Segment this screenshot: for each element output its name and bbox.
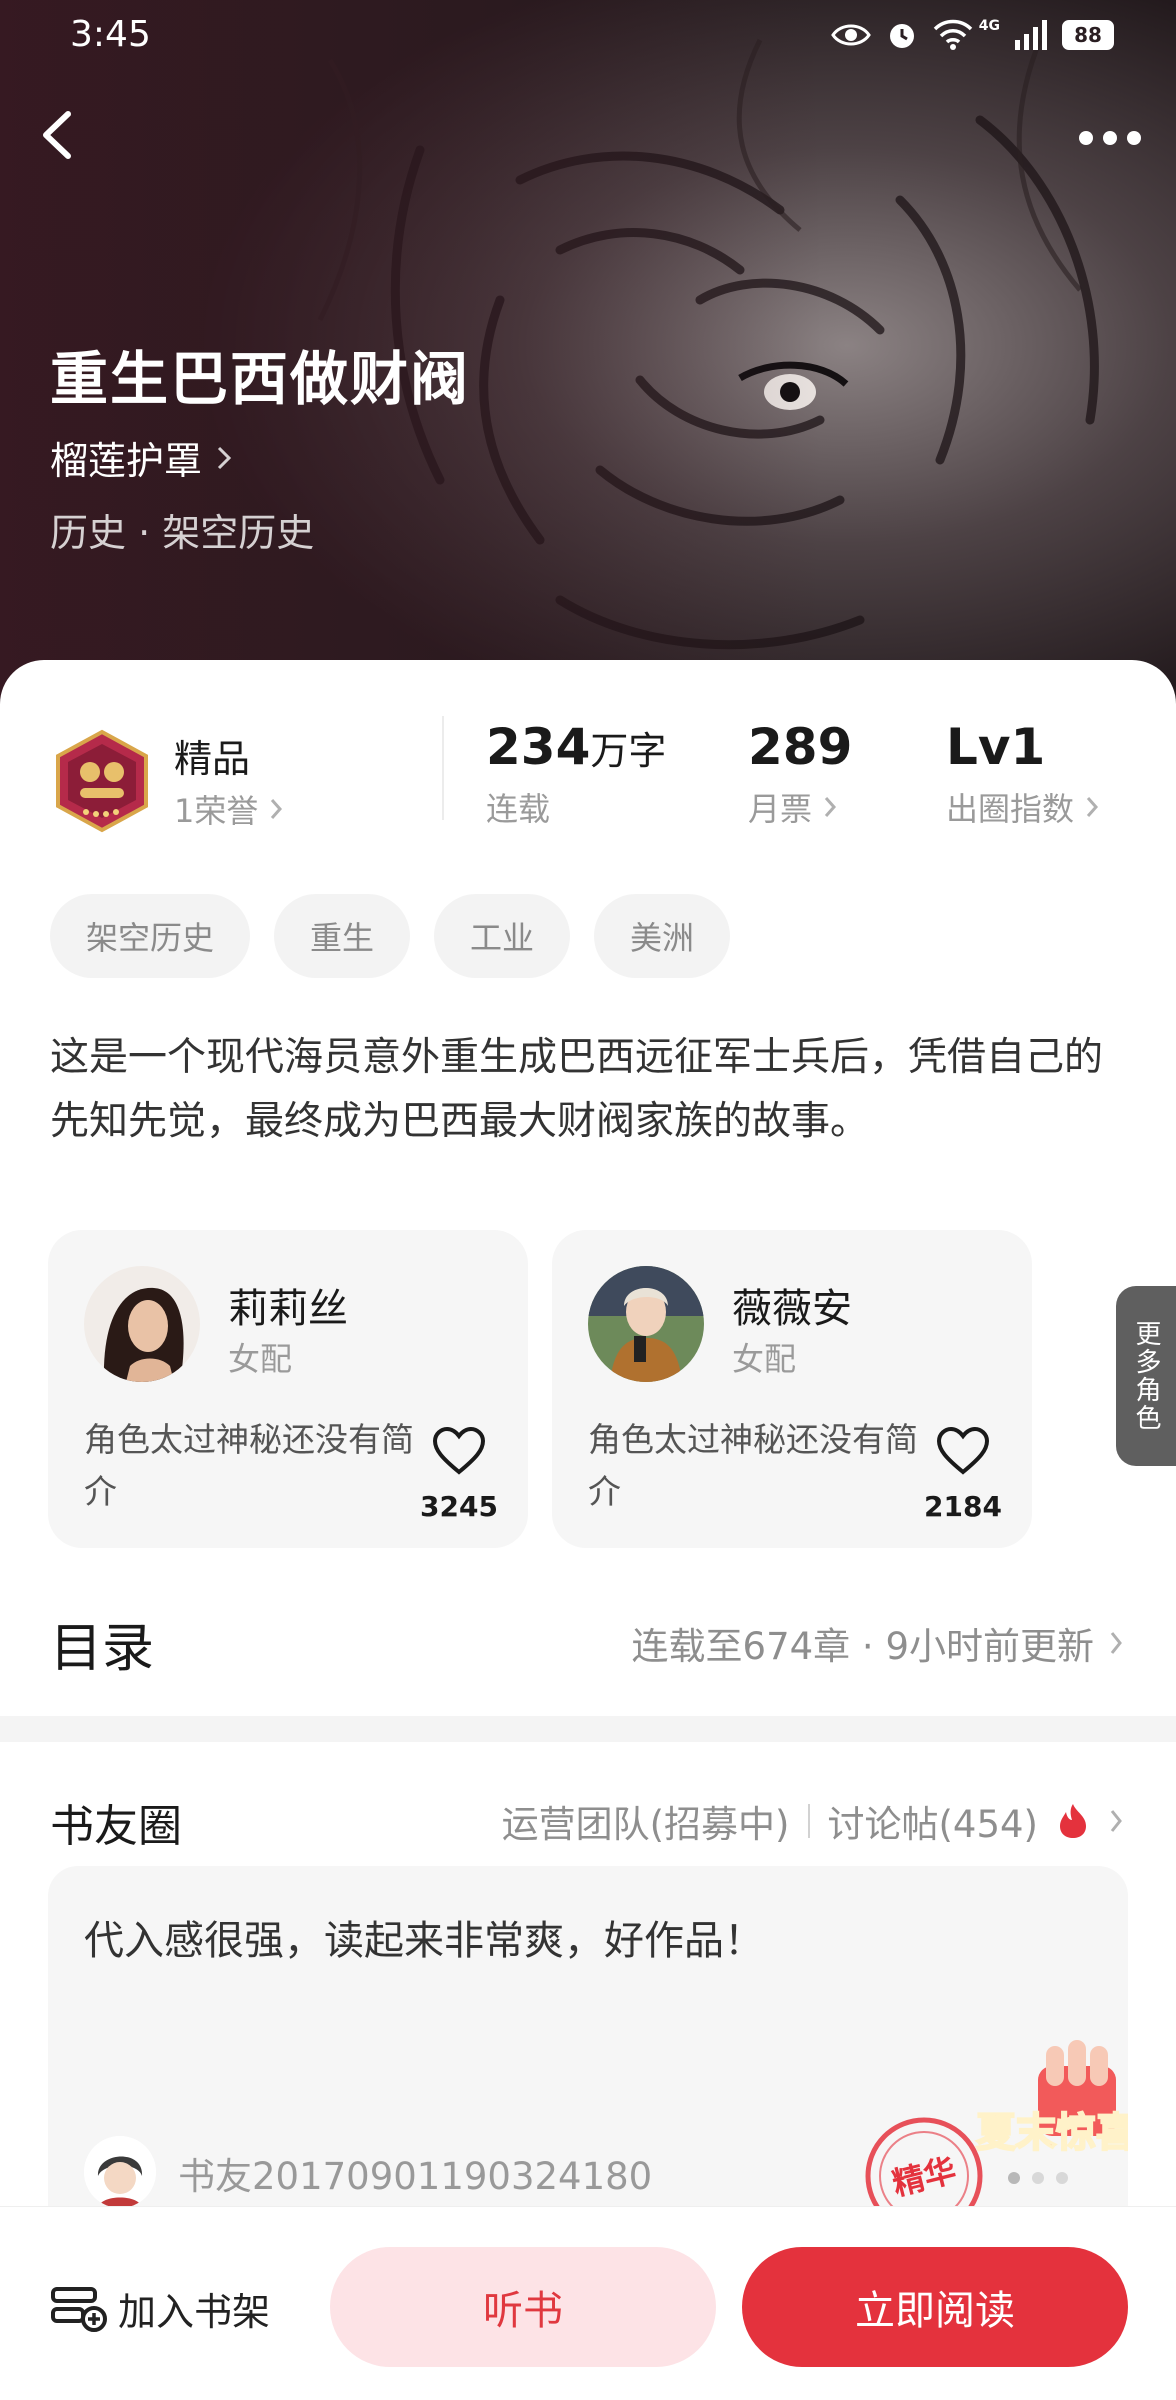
word-count-value: 234 xyxy=(486,718,591,776)
chevron-right-icon xyxy=(1110,1632,1122,1654)
popularity-index-label: 出圈指数 xyxy=(946,790,1075,828)
carousel-dot xyxy=(1032,2172,1044,2184)
monthly-votes-stat[interactable]: 289 月票 xyxy=(748,718,852,830)
toc-update-info: 连载至674章 · 9小时前更新 xyxy=(631,1625,1094,1668)
serial-status: 连载 xyxy=(486,790,551,828)
character-card[interactable]: 莉莉丝 女配 角色太过神秘还没有简介 3245 xyxy=(48,1230,528,1548)
character-name: 莉莉丝 xyxy=(228,1286,348,1332)
back-button[interactable] xyxy=(28,100,88,170)
chevron-right-icon[interactable] xyxy=(1108,1807,1124,1835)
cover-hero: 3:45 4G 88 重生巴西做财阀 榴莲护罩 历史 · 架空历史 xyxy=(0,0,1176,720)
character-avatar xyxy=(84,1266,200,1382)
carousel-dot xyxy=(1008,2172,1020,2184)
status-bar: 3:45 4G 88 xyxy=(0,0,1176,70)
character-list: 莉莉丝 女配 角色太过神秘还没有简介 3245 薇薇安 女配 角色太过神秘还没有… xyxy=(48,1230,1128,1550)
tag-chip[interactable]: 重生 xyxy=(274,894,411,978)
character-avatar xyxy=(588,1266,704,1382)
toc-title: 目录 xyxy=(50,1619,155,1679)
bottom-action-bar: 加入书架 听书 立即阅读 xyxy=(0,2206,1176,2400)
honor-link[interactable]: 1荣誉 xyxy=(174,786,284,832)
book-title: 重生巴西做财阀 xyxy=(50,345,471,413)
chevron-right-icon xyxy=(217,446,232,469)
discussion-link[interactable]: 讨论帖(454) xyxy=(828,1794,1039,1848)
genre-text: 历史 · 架空历史 xyxy=(50,511,315,555)
user-avatar[interactable] xyxy=(84,2136,156,2208)
signal-icon xyxy=(1015,20,1047,50)
like-count: 2184 xyxy=(924,1490,1002,1523)
status-time: 3:45 xyxy=(70,14,151,55)
quality-label: 精品 xyxy=(174,737,251,781)
character-name: 薇薇安 xyxy=(732,1286,852,1332)
quality-badge-icon xyxy=(56,729,148,833)
status-icons: 4G 88 xyxy=(830,18,1114,52)
stamp-text: 精华 xyxy=(889,2151,960,2203)
fire-icon xyxy=(1060,1804,1086,1838)
section-divider xyxy=(0,1716,1176,1742)
add-to-shelf-label: 加入书架 xyxy=(118,2289,271,2334)
read-now-button[interactable]: 立即阅读 xyxy=(742,2247,1128,2367)
popularity-index-value: Lv1 xyxy=(946,718,1046,776)
alarm-icon xyxy=(889,24,914,48)
heart-icon[interactable] xyxy=(432,1426,486,1476)
add-shelf-icon xyxy=(51,2287,107,2332)
heart-icon[interactable] xyxy=(936,1426,990,1476)
separator xyxy=(807,1804,810,1838)
chevron-right-icon xyxy=(824,797,837,817)
reader-circle-header: 书友圈 运营团队(招募中) 讨论帖(454) xyxy=(0,1790,1176,1860)
tag-chip[interactable]: 工业 xyxy=(434,894,571,978)
chevron-right-icon xyxy=(1086,797,1099,817)
tag-chip[interactable]: 架空历史 xyxy=(50,894,251,978)
book-synopsis[interactable]: 这是一个现代海员意外重生成巴西远征军士兵后，凭借自己的先知先觉，最终成为巴西最大… xyxy=(50,1026,1130,1154)
post-card[interactable]: 代入感很强，读起来非常爽，好作品！ 书友20170901190324180 精华… xyxy=(48,1866,1128,2246)
add-to-shelf-button[interactable]: 加入书架 xyxy=(50,2261,270,2355)
post-text: 代入感很强，读起来非常爽，好作品！ xyxy=(84,1918,764,1964)
wifi-icon xyxy=(933,19,973,50)
reader-circle-title: 书友圈 xyxy=(50,1801,182,1852)
carousel-dots xyxy=(1008,2172,1068,2184)
tag-list: 架空历史 重生 工业 美洲 xyxy=(50,894,731,978)
character-role: 女配 xyxy=(732,1340,797,1378)
character-description: 角色太过神秘还没有简介 xyxy=(84,1420,414,1511)
honor-count: 1荣誉 xyxy=(174,792,259,830)
word-count-stat: 234万字 连载 xyxy=(486,718,666,830)
more-roles-button[interactable]: 更多角色 xyxy=(1116,1286,1176,1466)
chevron-right-icon xyxy=(271,799,283,819)
popularity-index-stat[interactable]: Lv1 出圈指数 xyxy=(946,718,1100,830)
author-name: 榴莲护罩 xyxy=(50,439,203,483)
eye-icon xyxy=(830,24,871,46)
ops-team-link[interactable]: 运营团队(招募中) xyxy=(502,1794,790,1848)
tag-chip[interactable]: 美洲 xyxy=(594,894,731,978)
more-options-button[interactable] xyxy=(1074,118,1146,158)
character-description: 角色太过神秘还没有简介 xyxy=(588,1420,918,1511)
word-count-unit: 万字 xyxy=(590,729,667,773)
post-username[interactable]: 书友20170901190324180 xyxy=(178,2146,652,2200)
character-role: 女配 xyxy=(228,1340,293,1378)
book-detail-page: 3:45 4G 88 重生巴西做财阀 榴莲护罩 历史 · 架空历史 精品 1荣誉… xyxy=(0,0,1176,2400)
author-link[interactable]: 榴莲护罩 xyxy=(50,430,234,485)
like-count: 3245 xyxy=(420,1490,498,1523)
stats-divider xyxy=(442,716,444,820)
monthly-votes-label: 月票 xyxy=(748,790,813,828)
listen-button[interactable]: 听书 xyxy=(330,2247,716,2367)
promo-text: 夏末惊喜 xyxy=(976,2110,1128,2156)
character-card[interactable]: 薇薇安 女配 角色太过神秘还没有简介 2184 xyxy=(552,1230,1032,1548)
table-of-contents-row[interactable]: 目录 连载至674章 · 9小时前更新 xyxy=(0,1584,1176,1694)
network-type: 4G xyxy=(978,18,1000,34)
carousel-dot xyxy=(1056,2172,1068,2184)
battery-icon: 88 xyxy=(1062,20,1114,50)
book-info-card: 精品 1荣誉 234万字 连载 289 月票 Lv1 出圈指数 架空历史 重生 … xyxy=(0,660,1176,2400)
monthly-votes-value: 289 xyxy=(748,718,853,776)
